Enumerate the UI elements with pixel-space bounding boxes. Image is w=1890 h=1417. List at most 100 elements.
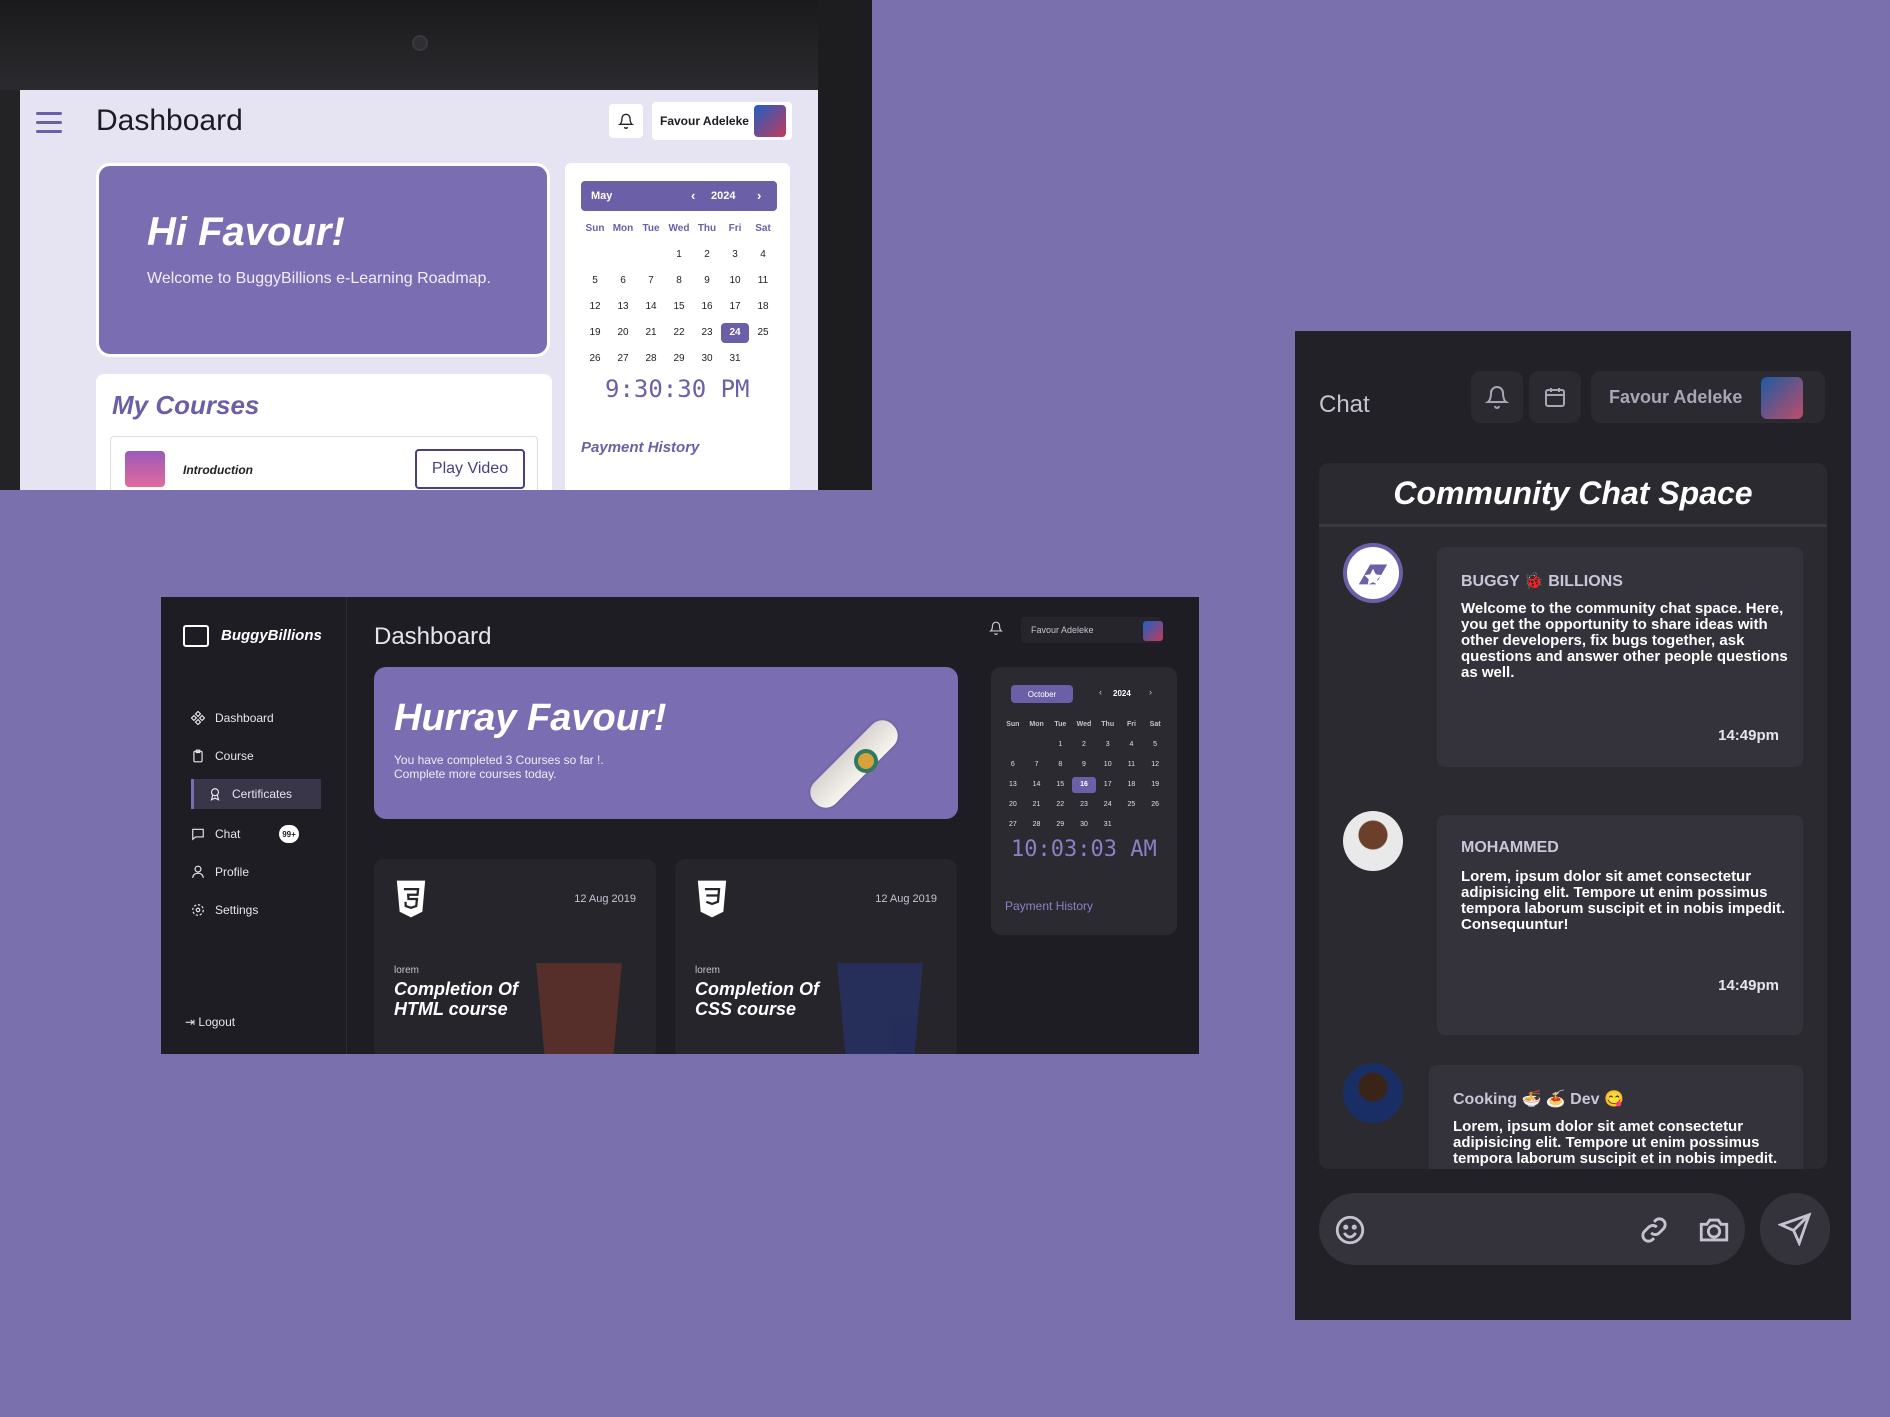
calendar-day[interactable]: 5: [1143, 737, 1167, 753]
calendar-day[interactable]: 8: [1048, 757, 1072, 773]
camera-icon[interactable]: [1697, 1213, 1731, 1247]
calendar-day[interactable]: 25: [1120, 797, 1144, 813]
calendar-day[interactable]: 13: [609, 297, 637, 317]
calendar-day[interactable]: 31: [1096, 817, 1120, 833]
calendar-day[interactable]: 19: [581, 323, 609, 343]
calendar-day[interactable]: 12: [581, 297, 609, 317]
calendar-day[interactable]: 22: [1048, 797, 1072, 813]
certificate-title: Completion Of HTML course: [394, 979, 518, 1019]
calendar-day[interactable]: 1: [665, 245, 693, 265]
calendar-day[interactable]: 15: [1048, 777, 1072, 793]
calendar-day[interactable]: 20: [1001, 797, 1025, 813]
calendar-day-name: Sat: [755, 223, 771, 234]
calendar-day[interactable]: 4: [749, 245, 777, 265]
chevron-left-icon[interactable]: ‹: [691, 188, 695, 203]
avatar[interactable]: [1761, 377, 1803, 419]
calendar-day[interactable]: 30: [1072, 817, 1096, 833]
certificate-label: lorem: [695, 965, 721, 976]
calendar-day-name: Sun: [1006, 721, 1020, 728]
calendar-day[interactable]: 26: [581, 349, 609, 369]
calendar-day[interactable]: 27: [609, 349, 637, 369]
calendar-day[interactable]: 31: [721, 349, 749, 369]
sidebar-item-profile[interactable]: Profile: [191, 857, 321, 887]
calendar-day[interactable]: 23: [1072, 797, 1096, 813]
chevron-right-icon[interactable]: ›: [1149, 687, 1152, 697]
sidebar-item-settings[interactable]: Settings: [191, 895, 321, 925]
hamburger-menu-icon[interactable]: [36, 112, 62, 134]
message-input-bar[interactable]: [1319, 1193, 1745, 1265]
logout-button[interactable]: ⇥ Logout: [185, 1015, 235, 1029]
user-menu[interactable]: Favour Adeleke: [1021, 617, 1161, 643]
calendar-day[interactable]: 11: [749, 271, 777, 291]
calendar-day[interactable]: 18: [1120, 777, 1144, 793]
certificate-card-html[interactable]: 12 Aug 2019 lorem Completion Of HTML cou…: [374, 859, 656, 1054]
calendar-day[interactable]: 7: [637, 271, 665, 291]
calendar-day[interactable]: 10: [721, 271, 749, 291]
chevron-right-icon[interactable]: ›: [757, 188, 761, 203]
calendar-day[interactable]: 26: [1143, 797, 1167, 813]
calendar-day[interactable]: 21: [1025, 797, 1049, 813]
avatar[interactable]: [1143, 621, 1163, 641]
calendar-day[interactable]: 16: [1072, 777, 1096, 793]
calendar-day[interactable]: 24: [1096, 797, 1120, 813]
sidebar-item-dashboard[interactable]: Dashboard: [191, 703, 321, 733]
send-button[interactable]: [1760, 1193, 1830, 1265]
calendar-day[interactable]: 23: [693, 323, 721, 343]
certificate-date: 12 Aug 2019: [574, 893, 636, 905]
calendar-day[interactable]: 5: [581, 271, 609, 291]
calendar-day[interactable]: 12: [1143, 757, 1167, 773]
calendar-day[interactable]: 17: [721, 297, 749, 317]
calendar-day[interactable]: 27: [1001, 817, 1025, 833]
calendar-day[interactable]: 30: [693, 349, 721, 369]
play-video-button[interactable]: Play Video: [415, 449, 525, 489]
page-title: Chat: [1319, 391, 1370, 418]
sidebar-item-chat[interactable]: Chat: [191, 819, 321, 849]
calendar-day[interactable]: 18: [749, 297, 777, 317]
calendar-day[interactable]: 3: [1096, 737, 1120, 753]
notification-bell-icon[interactable]: [988, 621, 1005, 637]
calendar-day[interactable]: 21: [637, 323, 665, 343]
calendar-day[interactable]: 6: [1001, 757, 1025, 773]
calendar-day[interactable]: 10: [1096, 757, 1120, 773]
calendar-day[interactable]: 2: [1072, 737, 1096, 753]
calendar-day[interactable]: 28: [1025, 817, 1049, 833]
link-icon[interactable]: [1637, 1213, 1671, 1247]
calendar-day[interactable]: 11: [1120, 757, 1144, 773]
sidebar-item-certificates[interactable]: Certificates: [191, 779, 321, 809]
calendar-month[interactable]: October: [1011, 685, 1073, 703]
calendar-day[interactable]: 25: [749, 323, 777, 343]
calendar-day[interactable]: 20: [609, 323, 637, 343]
chevron-left-icon[interactable]: ‹: [1099, 687, 1102, 697]
calendar-day[interactable]: 14: [637, 297, 665, 317]
calendar-day[interactable]: 14: [1025, 777, 1049, 793]
calendar-day[interactable]: 8: [665, 271, 693, 291]
calendar-day[interactable]: 22: [665, 323, 693, 343]
avatar[interactable]: [754, 105, 786, 137]
notification-bell-icon[interactable]: [609, 104, 643, 138]
calendar-day[interactable]: 24: [721, 323, 749, 343]
calendar-day[interactable]: 29: [665, 349, 693, 369]
notification-bell-icon[interactable]: [1471, 371, 1523, 423]
calendar-day[interactable]: 1: [1048, 737, 1072, 753]
payment-history-link[interactable]: Payment History: [1005, 899, 1093, 913]
calendar-day[interactable]: 17: [1096, 777, 1120, 793]
calendar-day[interactable]: 4: [1120, 737, 1144, 753]
calendar-day[interactable]: 19: [1143, 777, 1167, 793]
payment-history-link[interactable]: Payment History: [581, 439, 699, 456]
calendar-day[interactable]: 15: [665, 297, 693, 317]
calendar-day[interactable]: 6: [609, 271, 637, 291]
calendar-day[interactable]: 28: [637, 349, 665, 369]
calendar-day[interactable]: 2: [693, 245, 721, 265]
calendar-day[interactable]: 16: [693, 297, 721, 317]
calendar-day[interactable]: 13: [1001, 777, 1025, 793]
calendar-day[interactable]: 7: [1025, 757, 1049, 773]
calendar-icon[interactable]: [1529, 371, 1581, 423]
certificate-card-css[interactable]: 12 Aug 2019 lorem Completion Of CSS cour…: [675, 859, 957, 1054]
calendar-day[interactable]: 9: [1072, 757, 1096, 773]
calendar-day[interactable]: 9: [693, 271, 721, 291]
emoji-icon[interactable]: [1333, 1213, 1367, 1247]
sidebar-item-course[interactable]: Course: [191, 741, 321, 771]
calendar-day[interactable]: 29: [1048, 817, 1072, 833]
gear-icon: [191, 903, 205, 917]
calendar-day[interactable]: 3: [721, 245, 749, 265]
